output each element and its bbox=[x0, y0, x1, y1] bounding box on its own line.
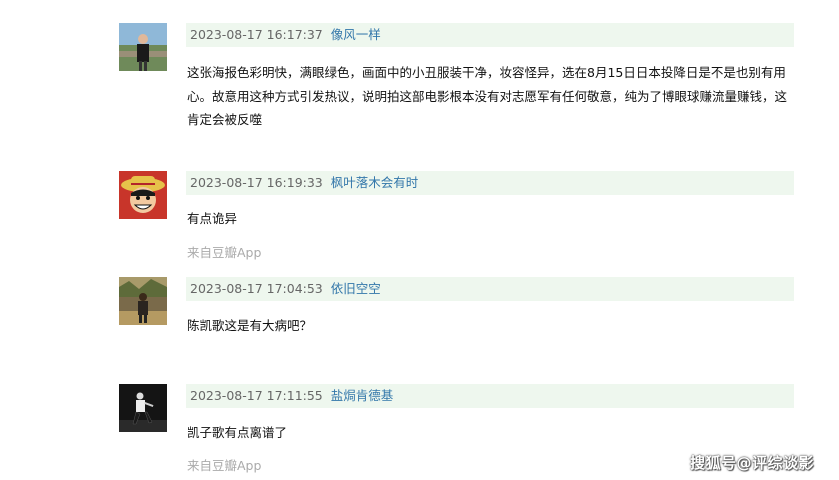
comment-text: 陈凯歌这是有大病吧？ bbox=[187, 318, 313, 333]
comment-meta: 2023-08-17 16:19:33 枫叶落木会有时 bbox=[186, 171, 794, 195]
comment-meta: 2023-08-17 17:04:53 依旧空空 bbox=[186, 277, 794, 301]
comment-username[interactable]: 依旧空空 bbox=[331, 281, 381, 296]
comment-meta: 2023-08-17 17:11:55 盐焗肯德基 bbox=[186, 384, 794, 408]
comment-meta: 2023-08-17 16:17:37 像风一样 bbox=[186, 23, 794, 47]
comment-username[interactable]: 像风一样 bbox=[331, 27, 381, 42]
comment-username[interactable]: 枫叶落木会有时 bbox=[331, 175, 419, 190]
avatar[interactable] bbox=[119, 277, 167, 325]
comment-time: 2023-08-17 17:04:53 bbox=[190, 281, 323, 296]
comment-time: 2023-08-17 16:17:37 bbox=[190, 27, 323, 42]
comment-time: 2023-08-17 17:11:55 bbox=[190, 388, 323, 403]
comment-time: 2023-08-17 16:19:33 bbox=[190, 175, 323, 190]
watermark: 搜狐号@评综谈影 bbox=[690, 454, 815, 472]
comment-source: 来自豆瓣App bbox=[187, 245, 262, 260]
avatar[interactable] bbox=[119, 384, 167, 432]
comment-text: 这张海报色彩明快，满眼绿色，画面中的小丑服装干净，妆容怪异，选在8月15日日本投… bbox=[187, 65, 788, 127]
comment-text: 有点诡异 bbox=[187, 211, 238, 226]
avatar[interactable] bbox=[119, 23, 167, 71]
comment-text: 凯子歌有点离谱了 bbox=[187, 425, 288, 440]
comment-username[interactable]: 盐焗肯德基 bbox=[331, 388, 394, 403]
avatar[interactable] bbox=[119, 171, 167, 219]
comment-source: 来自豆瓣App bbox=[187, 458, 262, 473]
